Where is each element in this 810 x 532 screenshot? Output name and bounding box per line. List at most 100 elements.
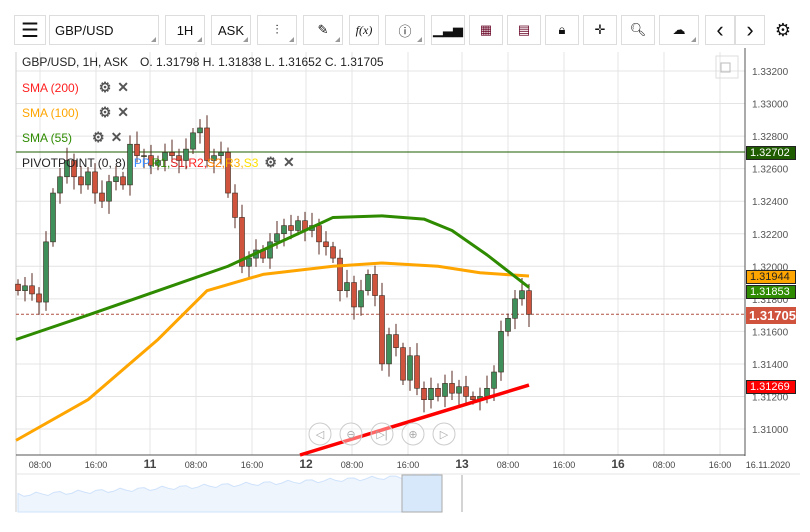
candle [190,132,196,150]
time-tick: 13 [455,457,469,471]
candle [351,282,357,308]
close-icon[interactable]: ✕ [117,104,129,121]
candle [456,386,462,394]
candle [29,285,35,295]
candle [358,290,364,308]
candle [274,233,280,243]
gear-icon[interactable]: ⚙ [99,104,112,121]
price-tick: 1.31200 [752,393,789,404]
time-tick: 16 [611,457,625,471]
candle [85,171,91,186]
price-tick: 1.31600 [752,327,789,338]
sma100-line [15,261,530,442]
candle [505,318,511,332]
time-tick: 08:00 [497,460,520,470]
candle [99,192,105,202]
candle [106,181,112,202]
price-tick: 1.31000 [752,425,789,436]
candle [414,355,420,389]
price-tick: 1.31400 [752,360,789,371]
candle [92,171,98,194]
sma200-label: SMA (200) [22,80,79,95]
navigator-window[interactable] [401,474,443,513]
candle [519,290,525,300]
candle [323,241,329,248]
chevron-right-icon: ▷ [440,429,449,441]
time-tick: 08:00 [653,460,676,470]
candle [379,295,385,365]
chevron-left-icon: ◁ [316,429,325,441]
legend-ohlc: O. 1.31798 H. 1.31838 L. 1.31652 C. 1.31… [140,55,384,69]
navigator-area [17,473,443,513]
candle [470,396,476,400]
pivot-part-r2: R2, [188,155,207,170]
gear-icon[interactable]: ⚙ [99,79,112,96]
gear-icon[interactable]: ⚙ [264,154,277,171]
time-tick: 11 [144,457,157,471]
candle [498,331,504,373]
last-price-label: 1.31705 [746,307,796,324]
candle [484,388,490,397]
sma100-price-label: 1.31944 [746,270,796,284]
candle [232,192,238,218]
candle [407,355,413,381]
candle [15,283,21,291]
price-tick: 1.32200 [752,230,789,241]
candle [281,225,287,235]
pivot-part-pp: PP, [133,155,152,170]
candle [449,383,455,394]
candle [512,298,518,319]
time-tick: 08:00 [185,460,208,470]
candle [22,285,28,291]
sma100-label: SMA (100) [22,105,79,120]
sma55-label: SMA (55) [22,130,73,145]
zoom-in-icon: ⊕ [408,429,417,441]
candle [57,176,63,194]
price-tick: 1.32800 [752,132,789,143]
pivot-part-r1: R1, [151,155,171,170]
candle [316,225,322,243]
zoom-out-icon: ⊖ [346,429,355,441]
candle [463,386,469,397]
close-icon[interactable]: ✕ [283,154,295,171]
candle [400,347,406,381]
candle [246,257,252,267]
time-tick: 08:00 [29,460,52,470]
time-tick: 16:00 [709,460,732,470]
gear-icon[interactable]: ⚙ [92,129,105,146]
candle [78,176,84,186]
time-tick: 16.11.2020 [746,460,790,470]
candle [372,274,378,296]
time-tick: 16:00 [85,460,108,470]
candle [442,383,448,397]
expand-icon[interactable] [715,55,739,79]
candle [526,290,532,315]
candle [197,127,203,134]
candle [386,334,392,365]
candle [120,176,126,186]
candle [344,282,350,291]
candle [435,388,441,397]
sma55-price-label: 1.31853 [746,285,796,299]
candle [428,388,434,400]
candle [337,257,343,291]
candle [421,388,427,400]
legend-title: GBP/USD, 1H, ASK [22,55,129,69]
time-tick: 16:00 [241,460,264,470]
candle [295,220,301,231]
candle [491,371,497,389]
price-tick: 1.33200 [752,67,789,78]
time-tick: 12 [299,457,313,471]
time-tick: 16:00 [397,460,420,470]
candle [330,246,336,259]
pivot-part-s3: S3 [243,155,259,170]
pivot-price-label: 1.32702 [746,146,796,160]
sma55-line [15,214,530,341]
close-icon[interactable]: ✕ [111,129,123,146]
time-tick: 08:00 [341,460,364,470]
time-tick: 16:00 [553,460,576,470]
price-tick: 1.33000 [752,100,789,111]
skip-end-icon: ▷| [376,429,387,441]
close-icon[interactable]: ✕ [117,79,129,96]
pivot-part-s1: S1, [170,155,189,170]
